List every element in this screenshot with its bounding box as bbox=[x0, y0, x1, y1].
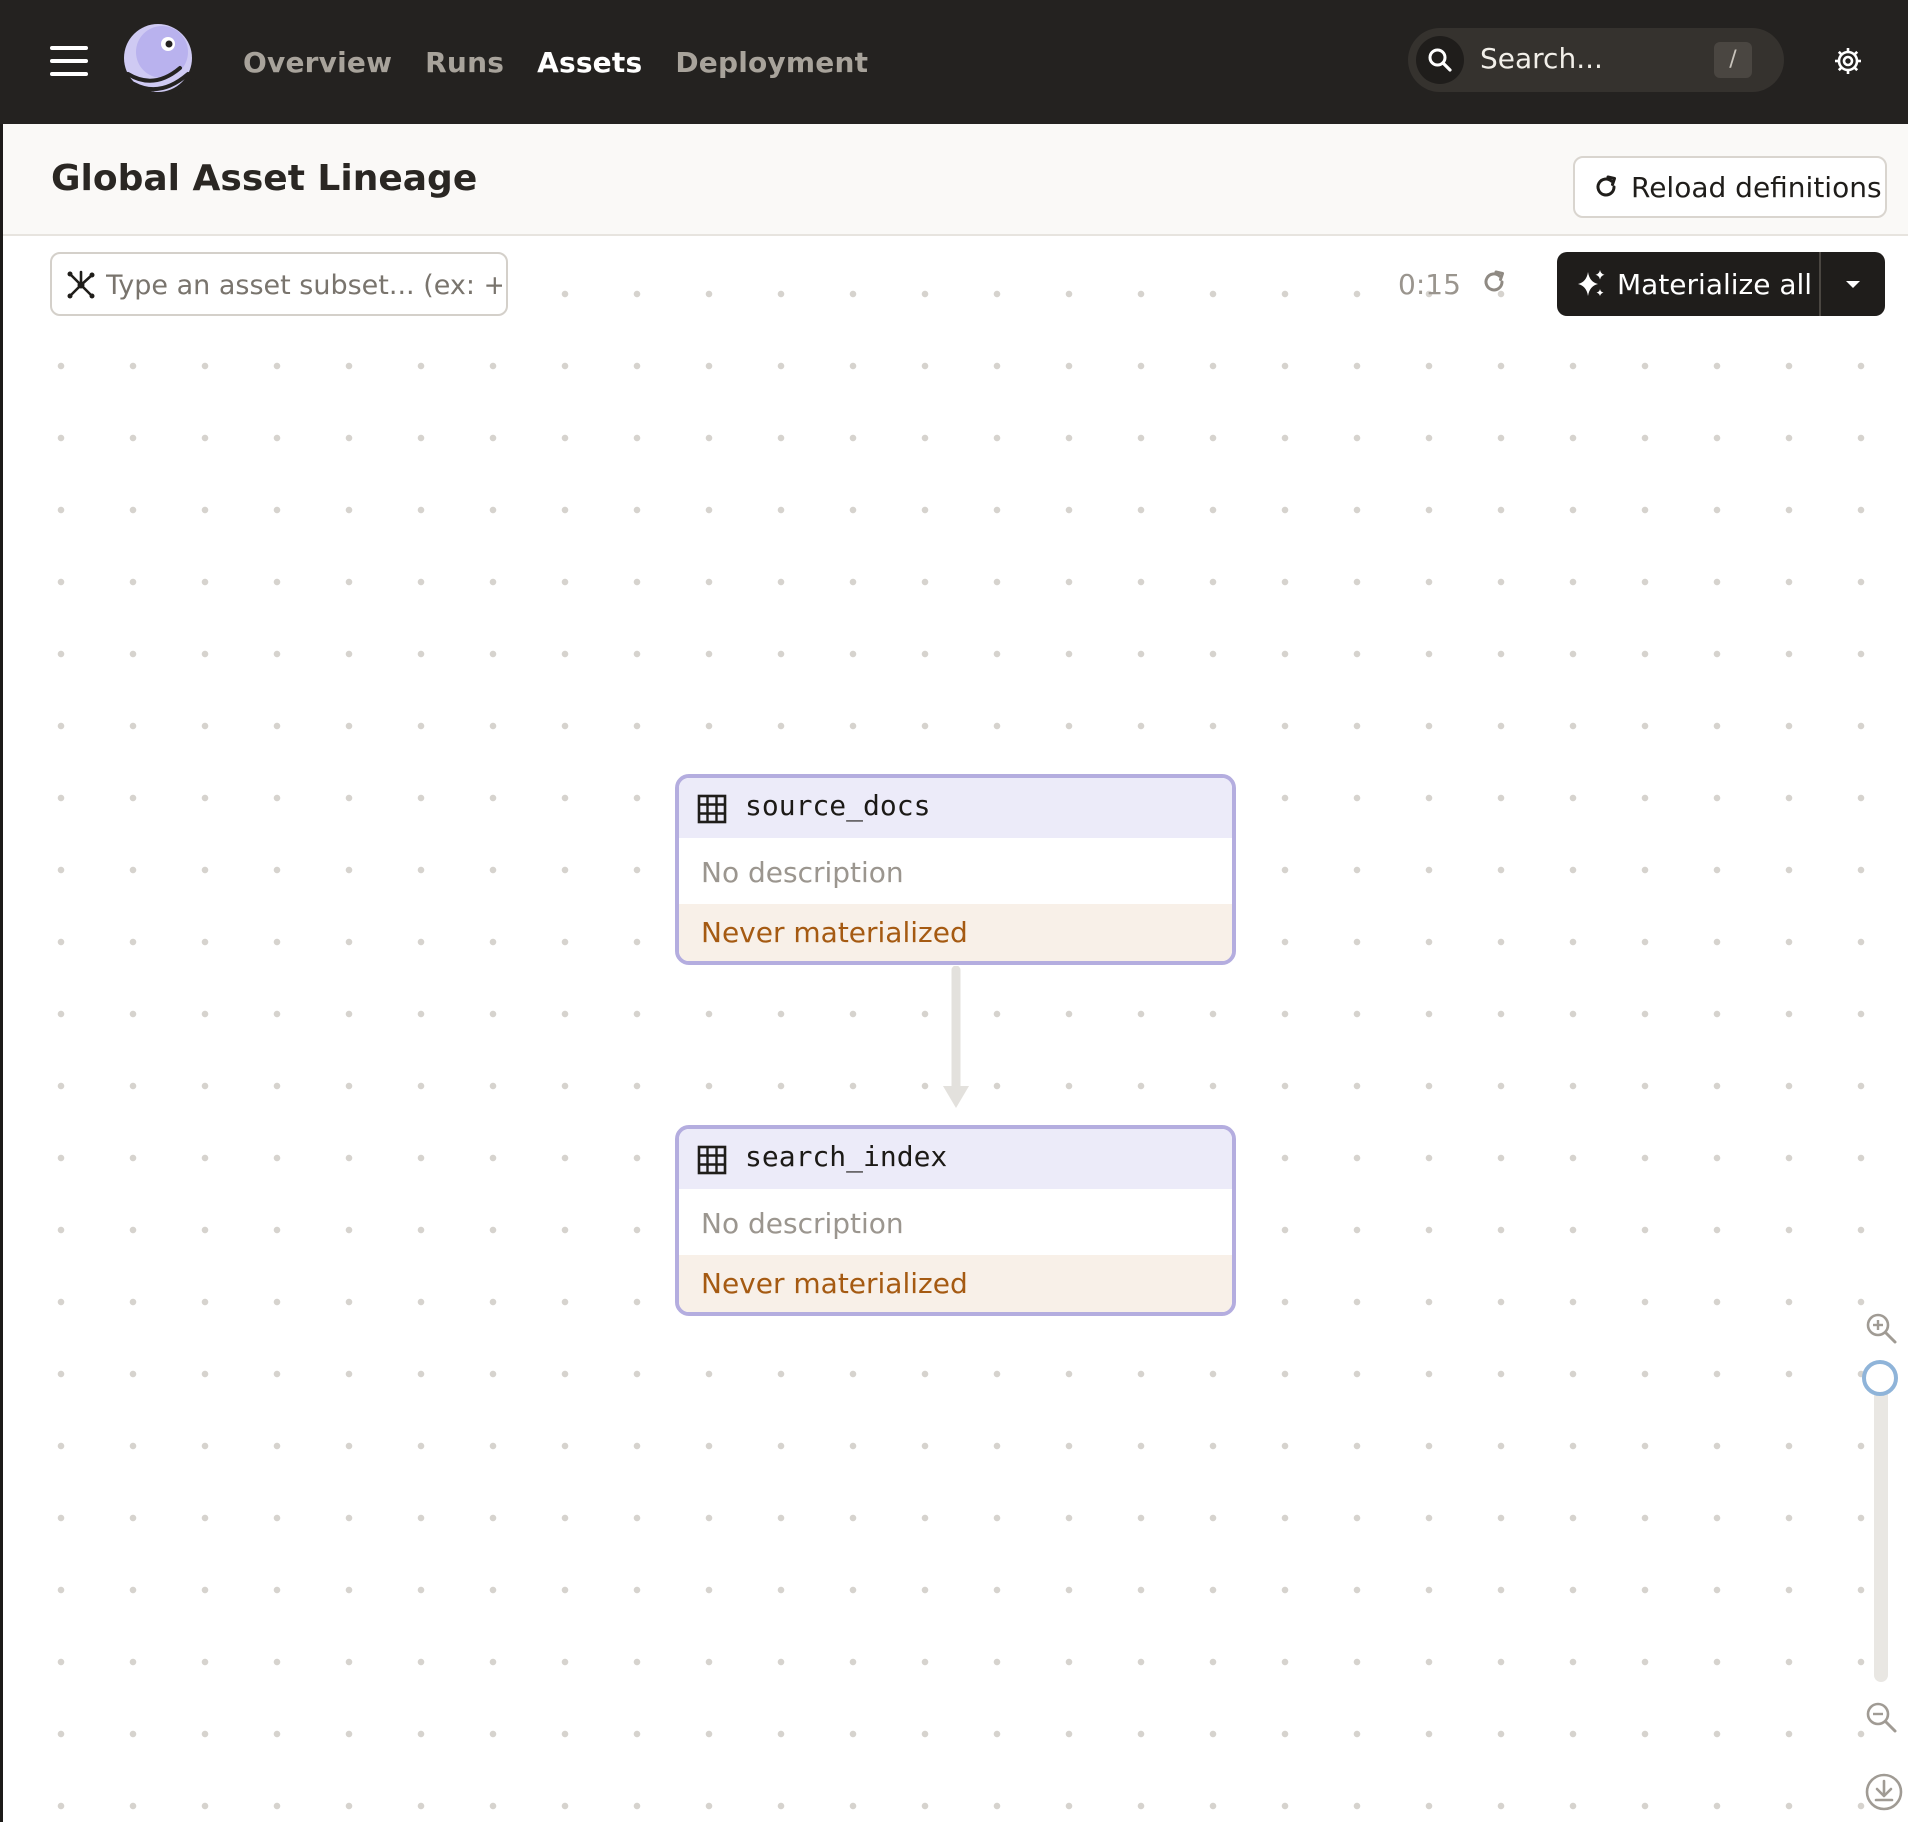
materialize-all-main[interactable]: Materialize all bbox=[1557, 252, 1819, 316]
asset-name[interactable]: search_index bbox=[745, 1140, 947, 1173]
download-icon[interactable] bbox=[1864, 1772, 1904, 1812]
refresh-countdown: 0:15 bbox=[1398, 268, 1461, 301]
reload-icon bbox=[1596, 175, 1616, 197]
asset-subset-field[interactable] bbox=[104, 262, 504, 308]
reload-definitions-button[interactable]: Reload definitions bbox=[1573, 156, 1887, 218]
asset-node-header: source_docs bbox=[679, 778, 1232, 838]
asset-node-source-docs[interactable]: source_docs No description Never materia… bbox=[675, 774, 1236, 965]
reload-definitions-label: Reload definitions bbox=[1631, 170, 1882, 204]
asset-node-search-index[interactable]: search_index No description Never materi… bbox=[675, 1125, 1236, 1316]
search-input[interactable]: Search... / bbox=[1408, 28, 1784, 92]
zoom-slider-track[interactable] bbox=[1874, 1372, 1888, 1682]
sparkle-icon bbox=[1578, 270, 1605, 297]
zoom-slider-handle[interactable] bbox=[1862, 1360, 1898, 1396]
hamburger-menu-icon[interactable] bbox=[50, 46, 88, 76]
materialize-all-button[interactable]: Materialize all bbox=[1557, 252, 1885, 316]
zoom-in-icon[interactable] bbox=[1864, 1311, 1898, 1345]
main-nav: Overview Runs Assets Deployment bbox=[243, 0, 901, 124]
top-navigation-bar: Overview Runs Assets Deployment Search..… bbox=[0, 0, 1908, 124]
materialize-options-dropdown[interactable] bbox=[1821, 252, 1885, 316]
asset-status-label: Never materialized bbox=[701, 916, 968, 949]
search-shortcut-badge: / bbox=[1714, 42, 1752, 78]
page-title: Global Asset Lineage bbox=[51, 158, 478, 199]
search-placeholder: Search... bbox=[1480, 42, 1603, 75]
asset-status: Never materialized bbox=[679, 904, 1232, 961]
dagster-logo[interactable] bbox=[120, 22, 196, 98]
nav-overview[interactable]: Overview bbox=[243, 46, 392, 79]
asset-graph-icon bbox=[67, 270, 95, 299]
search-icon bbox=[1428, 48, 1452, 72]
asset-subset-input[interactable] bbox=[50, 252, 508, 316]
nav-assets[interactable]: Assets bbox=[537, 46, 642, 79]
lineage-edge bbox=[943, 966, 969, 1108]
nav-runs[interactable]: Runs bbox=[425, 46, 504, 79]
page-header: Global Asset Lineage Reload definitions bbox=[3, 124, 1908, 236]
materialize-all-label: Materialize all bbox=[1617, 267, 1813, 301]
asset-status: Never materialized bbox=[679, 1255, 1232, 1312]
chevron-down-icon bbox=[1846, 281, 1860, 288]
asset-name[interactable]: source_docs bbox=[745, 789, 930, 822]
nav-deployment[interactable]: Deployment bbox=[675, 46, 868, 79]
table-icon bbox=[697, 794, 727, 824]
refresh-icon[interactable] bbox=[1480, 268, 1508, 296]
asset-status-label: Never materialized bbox=[701, 1267, 968, 1300]
asset-node-header: search_index bbox=[679, 1129, 1232, 1189]
asset-description: No description bbox=[701, 1207, 904, 1240]
asset-description: No description bbox=[701, 856, 904, 889]
zoom-out-icon[interactable] bbox=[1864, 1700, 1898, 1734]
table-icon bbox=[697, 1145, 727, 1175]
search-icon-container bbox=[1416, 36, 1464, 84]
gear-icon[interactable] bbox=[1833, 46, 1863, 76]
